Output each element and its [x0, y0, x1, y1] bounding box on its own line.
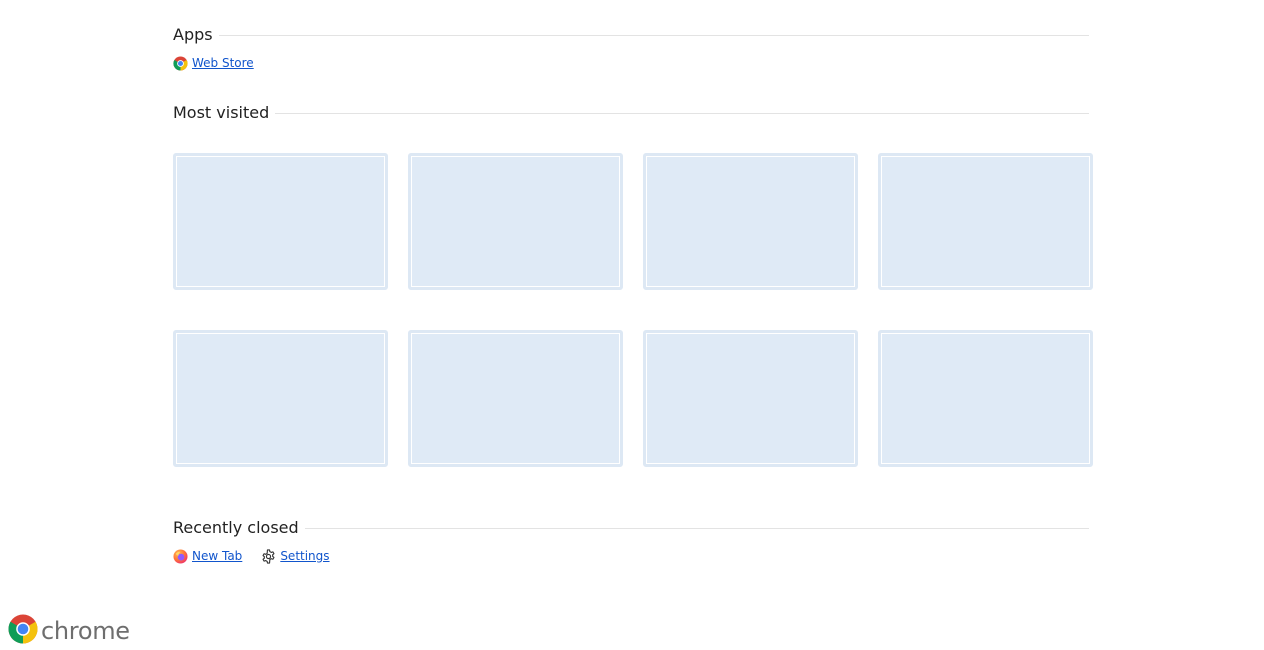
tile-thumbnail	[882, 157, 1089, 286]
gear-icon	[261, 548, 276, 564]
tile-thumbnail	[882, 334, 1089, 463]
apps-list: Web Store	[173, 54, 1089, 72]
most-visited-tile-1[interactable]	[173, 153, 388, 290]
most-visited-tile-8[interactable]	[878, 330, 1093, 467]
recently-closed-new-tab-link[interactable]: New Tab	[173, 548, 242, 564]
recently-closed-header: Recently closed	[173, 517, 1089, 539]
recently-closed-settings-link[interactable]: Settings	[261, 548, 330, 564]
tile-thumbnail	[177, 334, 384, 463]
recently-closed-section: Recently closed New Tab Settings	[173, 517, 1089, 565]
web-store-label[interactable]: Web Store	[192, 55, 254, 71]
most-visited-tile-6[interactable]	[408, 330, 623, 467]
most-visited-tile-7[interactable]	[643, 330, 858, 467]
most-visited-tile-3[interactable]	[643, 153, 858, 290]
apps-header: Apps	[173, 24, 1089, 46]
chrome-web-store-icon	[173, 55, 188, 71]
most-visited-header: Most visited	[173, 102, 1089, 124]
web-store-link[interactable]: Web Store	[173, 55, 254, 71]
tile-thumbnail	[412, 157, 619, 286]
chrome-wordmark: chrome	[41, 617, 130, 645]
chrome-logo: chrome	[8, 614, 130, 648]
most-visited-title: Most visited	[173, 103, 270, 122]
most-visited-tile-5[interactable]	[173, 330, 388, 467]
recently-closed-title: Recently closed	[173, 518, 299, 537]
firefox-icon	[173, 548, 188, 564]
new-tab-page: Apps Web Store Most visited Recently clo…	[0, 0, 1264, 650]
section-divider	[304, 528, 1089, 529]
recently-closed-list: New Tab Settings	[173, 547, 1089, 565]
tile-thumbnail	[647, 334, 854, 463]
tile-thumbnail	[412, 334, 619, 463]
apps-title: Apps	[173, 25, 213, 44]
tile-thumbnail	[647, 157, 854, 286]
most-visited-section: Most visited	[173, 102, 1089, 124]
tile-thumbnail	[177, 157, 384, 286]
chrome-logo-icon	[8, 614, 38, 648]
apps-section: Apps Web Store	[173, 24, 1089, 72]
settings-label[interactable]: Settings	[280, 548, 329, 564]
section-divider	[275, 113, 1089, 114]
section-divider	[218, 35, 1089, 36]
most-visited-tile-4[interactable]	[878, 153, 1093, 290]
most-visited-tile-2[interactable]	[408, 153, 623, 290]
new-tab-label[interactable]: New Tab	[192, 548, 242, 564]
